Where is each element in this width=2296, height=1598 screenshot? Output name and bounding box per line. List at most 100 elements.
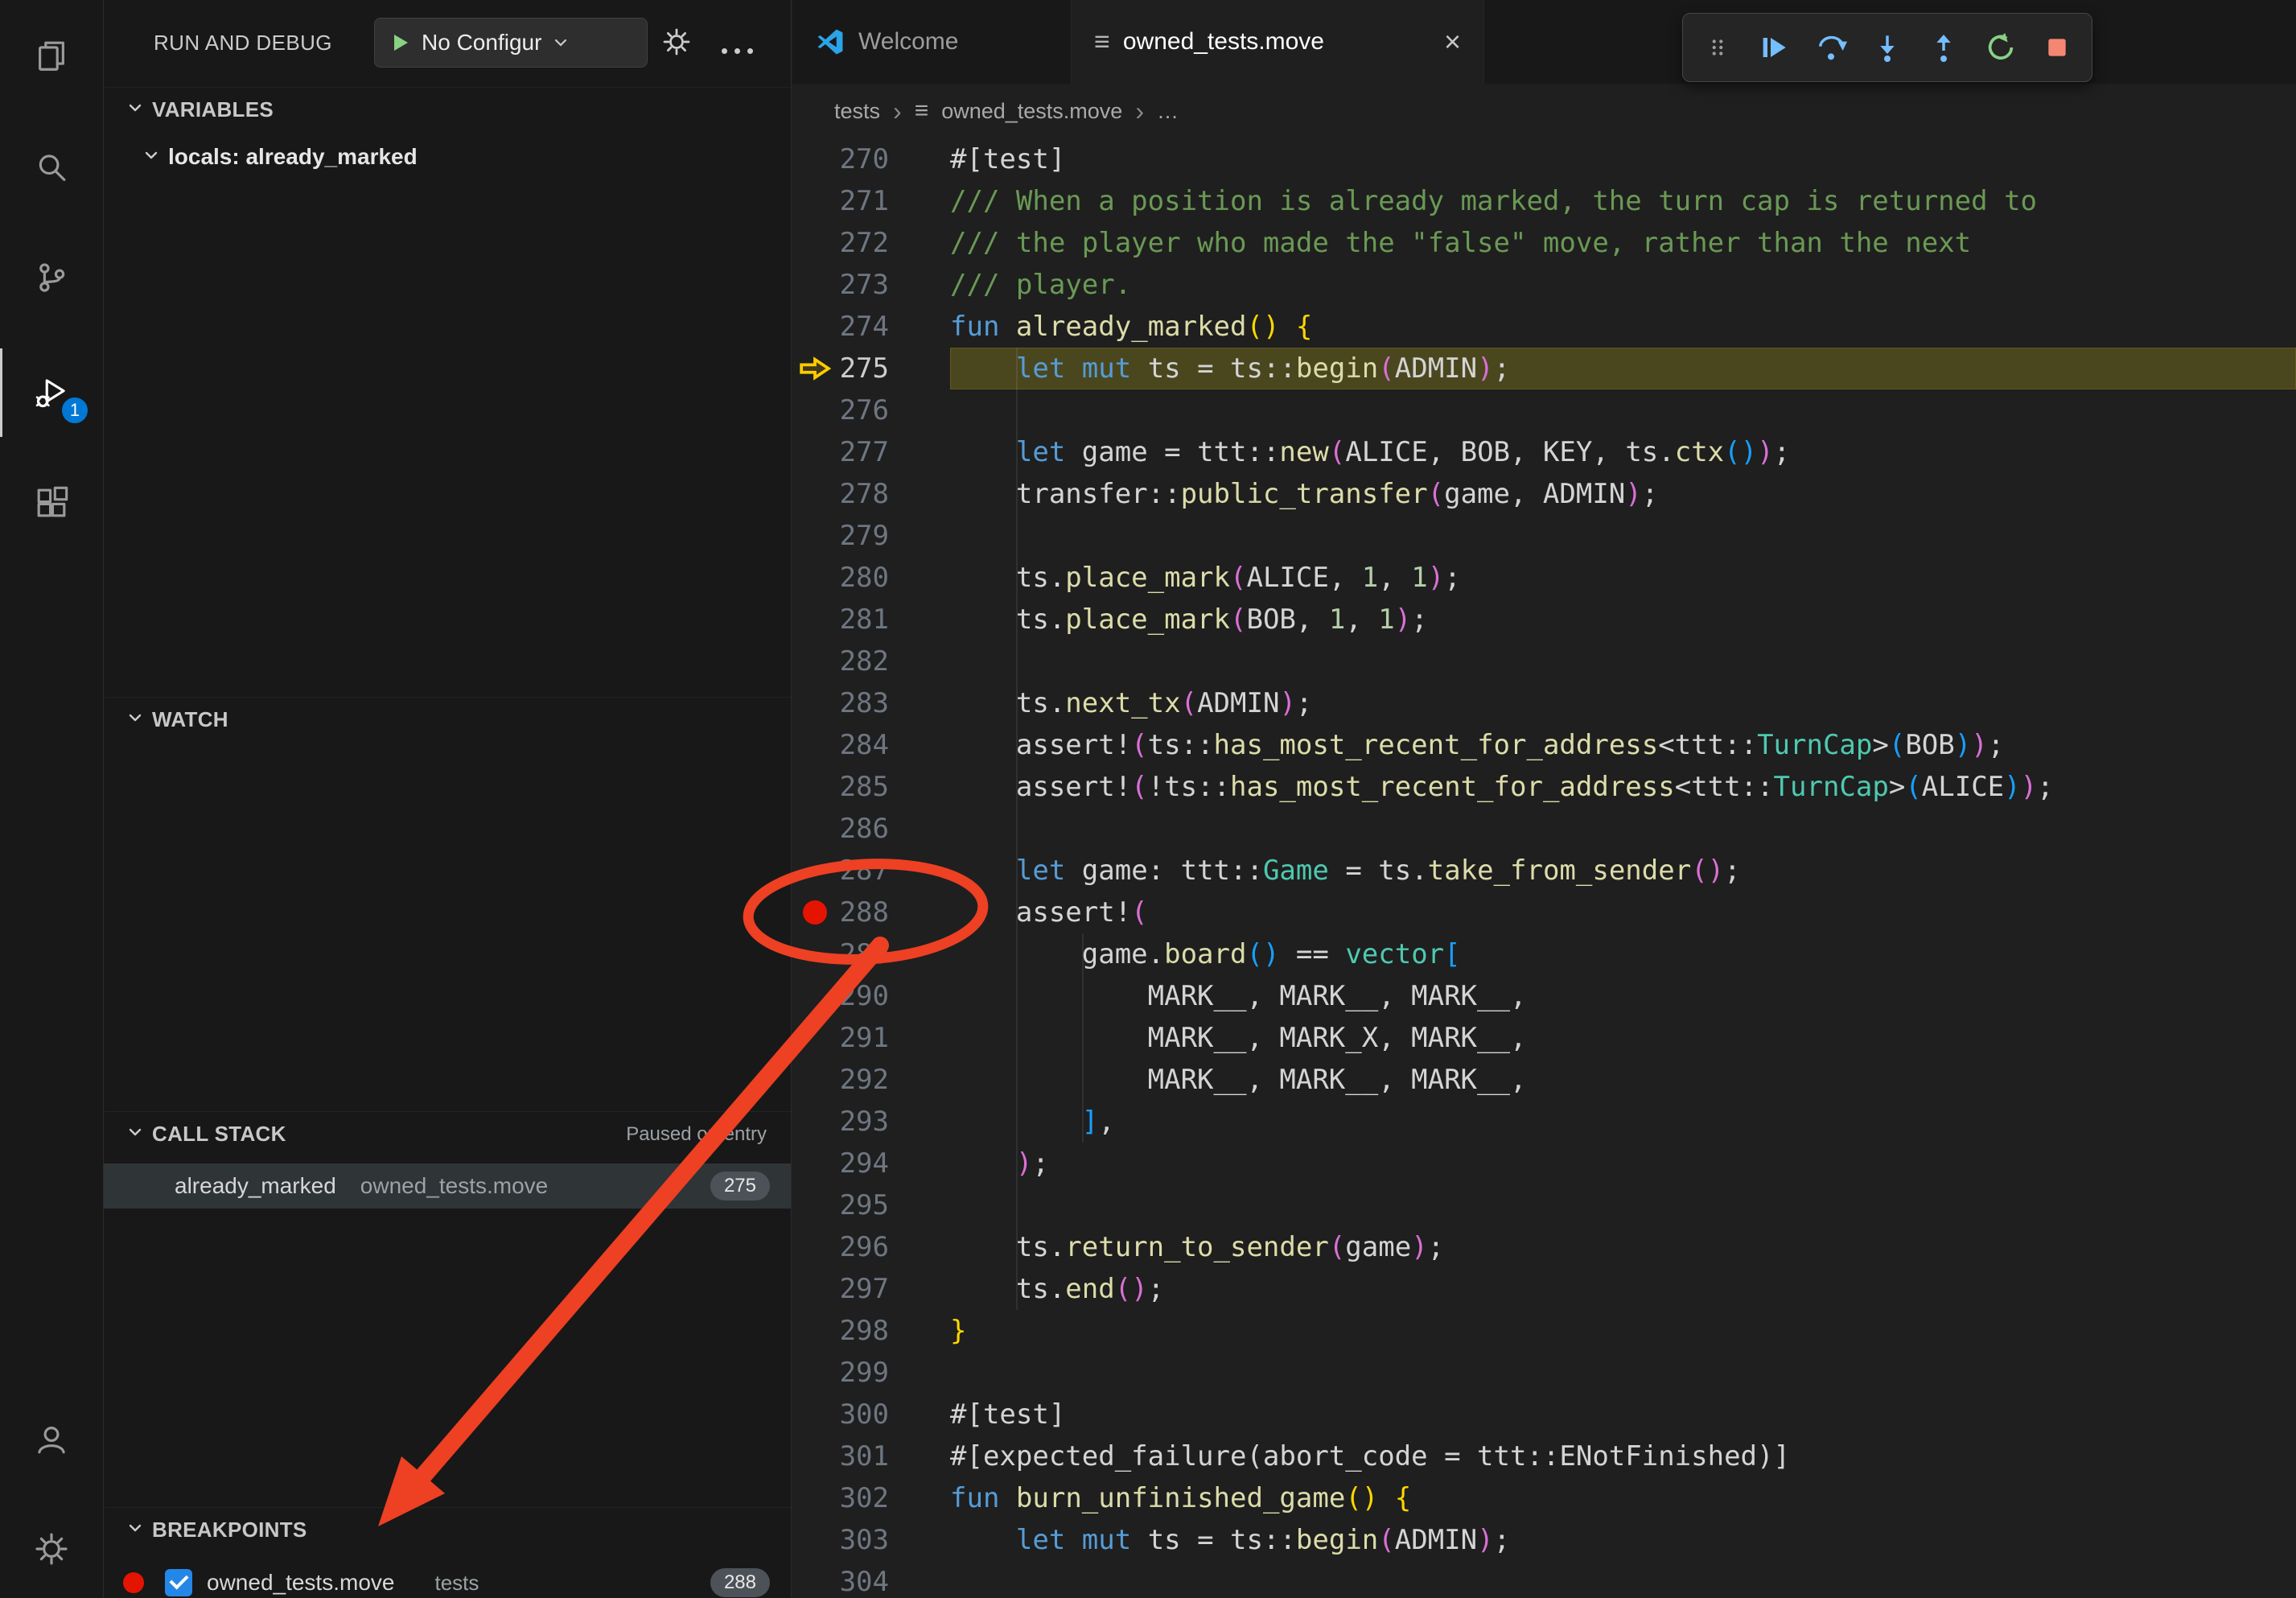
line-number[interactable]: 288 [837,892,889,933]
code-line-273[interactable]: 273 /// player. [792,264,2296,306]
run-and-debug-icon[interactable]: 1 [0,348,103,437]
code-line-text[interactable]: /// When a position is already marked, t… [950,180,2296,222]
call-stack-frame-row[interactable]: already_marked owned_tests.move 275 [104,1163,791,1209]
gutter-glyph-margin[interactable] [792,975,837,1017]
code-line-303[interactable]: 303 let mut ts = ts::begin(ADMIN); [792,1519,2296,1561]
line-number[interactable]: 275 [837,348,889,389]
code-line-293[interactable]: 293 ], [792,1101,2296,1143]
variables-section-header[interactable]: VARIABLES [104,87,791,132]
line-number[interactable]: 298 [837,1310,889,1352]
line-number[interactable]: 301 [837,1435,889,1477]
gutter-glyph-margin[interactable] [792,264,837,306]
code-line-298[interactable]: 298} [792,1310,2296,1352]
code-line-284[interactable]: 284 assert!(ts::has_most_recent_for_addr… [792,724,2296,766]
code-line-283[interactable]: 283 ts.next_tx(ADMIN); [792,682,2296,724]
restart-icon[interactable] [1975,22,2026,73]
code-line-text[interactable]: #[test] [950,1394,2296,1435]
line-number[interactable]: 280 [837,557,889,599]
gutter-glyph-margin[interactable] [792,180,837,222]
stop-icon[interactable] [2031,22,2083,73]
code-line-text[interactable] [950,640,2296,682]
line-number[interactable]: 300 [837,1394,889,1435]
code-line-301[interactable]: 301#[expected_failure(abort_code = ttt::… [792,1435,2296,1477]
code-line-text[interactable]: ts.place_mark(BOB, 1, 1); [950,599,2296,640]
code-line-text[interactable] [950,1184,2296,1226]
gutter-glyph-margin[interactable] [792,1101,837,1143]
gutter-glyph-margin[interactable] [792,599,837,640]
line-number[interactable]: 287 [837,850,889,892]
account-icon[interactable] [0,1395,103,1484]
code-editor[interactable]: 270#[test]271/// When a position is alre… [792,138,2296,1598]
gutter-glyph-margin[interactable] [792,1477,837,1519]
debug-gear-icon[interactable] [660,26,693,62]
step-over-icon[interactable] [1805,22,1857,73]
line-number[interactable]: 286 [837,808,889,850]
continue-icon[interactable] [1748,22,1800,73]
breakpoint-checkbox[interactable] [165,1569,192,1596]
code-line-288[interactable]: 288 assert!( [792,892,2296,933]
gutter-glyph-margin[interactable] [792,1352,837,1394]
line-number[interactable]: 284 [837,724,889,766]
close-tab-icon[interactable]: × [1444,27,1461,56]
gutter-glyph-margin[interactable] [792,138,837,180]
breakpoint-gutter[interactable] [792,892,837,933]
code-line-276[interactable]: 276 [792,389,2296,431]
line-number[interactable]: 293 [837,1101,889,1143]
step-into-icon[interactable] [1862,22,1913,73]
code-line-text[interactable]: /// player. [950,264,2296,306]
line-number[interactable]: 273 [837,264,889,306]
code-line-281[interactable]: 281 ts.place_mark(BOB, 1, 1); [792,599,2296,640]
tab-welcome[interactable]: Welcome [792,0,1072,84]
code-line-296[interactable]: 296 ts.return_to_sender(game); [792,1226,2296,1268]
code-line-279[interactable]: 279 [792,515,2296,557]
breakpoint-row[interactable]: owned_tests.move tests 288 [104,1560,791,1598]
line-number[interactable]: 297 [837,1268,889,1310]
line-number[interactable]: 282 [837,640,889,682]
gutter-glyph-margin[interactable] [792,933,837,975]
code-line-285[interactable]: 285 assert!(!ts::has_most_recent_for_add… [792,766,2296,808]
code-line-text[interactable]: /// the player who made the "false" move… [950,222,2296,264]
code-line-text[interactable]: ts.return_to_sender(game); [950,1226,2296,1268]
line-number[interactable]: 274 [837,306,889,348]
gutter-glyph-margin[interactable] [792,222,837,264]
gutter-glyph-margin[interactable] [792,766,837,808]
gutter-glyph-margin[interactable] [792,1017,837,1059]
code-line-text[interactable]: fun already_marked() { [950,306,2296,348]
code-line-287[interactable]: 287 let game: ttt::Game = ts.take_from_s… [792,850,2296,892]
line-number[interactable]: 303 [837,1519,889,1561]
code-line-text[interactable] [950,389,2296,431]
code-line-text[interactable] [950,808,2296,850]
debug-config-dropdown[interactable]: No Configur [374,18,648,68]
code-line-289[interactable]: 289 game.board() == vector[ [792,933,2296,975]
code-line-302[interactable]: 302fun burn_unfinished_game() { [792,1477,2296,1519]
code-line-text[interactable]: MARK__, MARK__, MARK__, [950,975,2296,1017]
code-line-text[interactable]: MARK__, MARK__, MARK__, [950,1059,2296,1101]
call-stack-section-header[interactable]: CALL STACK Paused on entry [104,1111,791,1156]
code-line-295[interactable]: 295 [792,1184,2296,1226]
breadcrumb-item-file[interactable]: owned_tests.move [941,99,1122,124]
gutter-glyph-margin[interactable] [792,1435,837,1477]
gutter-glyph-margin[interactable] [792,1268,837,1310]
gutter-glyph-margin[interactable] [792,306,837,348]
code-line-text[interactable] [950,515,2296,557]
gutter-glyph-margin[interactable] [792,682,837,724]
line-number[interactable]: 299 [837,1352,889,1394]
code-line-272[interactable]: 272/// the player who made the "false" m… [792,222,2296,264]
line-number[interactable]: 278 [837,473,889,515]
code-line-text[interactable]: let mut ts = ts::begin(ADMIN); [950,348,2296,389]
code-line-text[interactable]: ], [950,1101,2296,1143]
line-number[interactable]: 290 [837,975,889,1017]
code-line-text[interactable]: } [950,1310,2296,1352]
code-line-text[interactable]: let game: ttt::Game = ts.take_from_sende… [950,850,2296,892]
search-icon[interactable] [0,124,103,212]
gutter-glyph-margin[interactable] [792,348,837,389]
gutter-glyph-margin[interactable] [792,724,837,766]
settings-gear-icon[interactable] [0,1505,103,1593]
code-line-text[interactable]: game.board() == vector[ [950,933,2296,975]
toolbar-gripper-icon[interactable] [1692,22,1743,73]
code-line-text[interactable]: ts.end(); [950,1268,2296,1310]
line-number[interactable]: 270 [837,138,889,180]
source-control-icon[interactable] [0,233,103,322]
gutter-glyph-margin[interactable] [792,1059,837,1101]
locals-scope-row[interactable]: locals: already_marked [104,134,791,180]
